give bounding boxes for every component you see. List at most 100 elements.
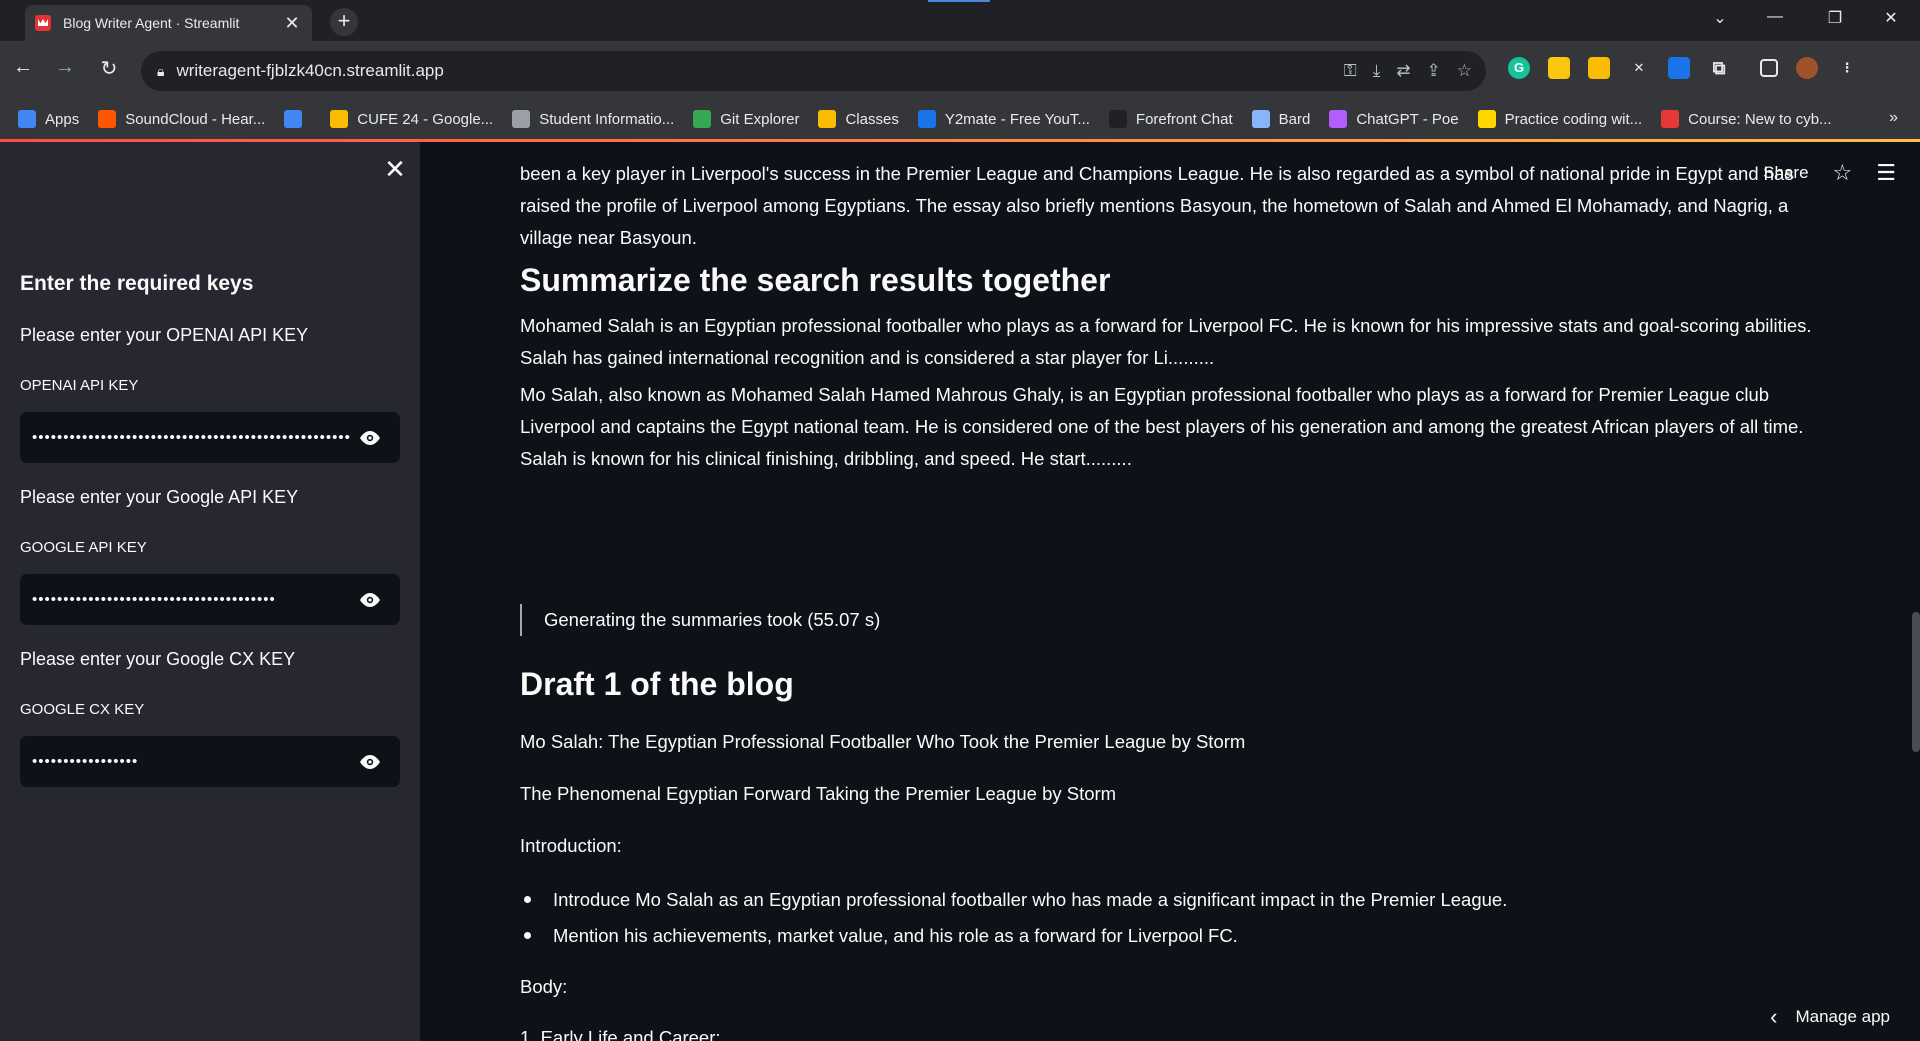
browser-toolbar: ← → ↻ 🔒︎ writeragent-fjblzk40cn.streamli… (0, 41, 1920, 99)
bookmark-label: Classes (845, 110, 899, 128)
bookmark-item[interactable]: Practice coding wit... (1477, 110, 1643, 128)
bookmark-star-icon[interactable]: ☆ (1457, 61, 1472, 81)
back-arrow-icon[interactable]: ← (10, 56, 36, 79)
bookmark-favicon-icon (1251, 110, 1270, 128)
bookmarks-overflow-icon[interactable]: » (1889, 109, 1898, 127)
window-close-icon[interactable]: ✕ (1876, 8, 1906, 28)
bookmark-item[interactable]: Forefront Chat (1108, 110, 1233, 128)
bookmark-item[interactable]: Student Informatio... (512, 110, 674, 128)
bookmark-item[interactable] (284, 110, 311, 128)
grammarly-extension-icon[interactable]: G (1508, 57, 1530, 79)
sticky-extension-icon[interactable] (1588, 57, 1610, 79)
bookmark-item[interactable]: ChatGPT - Poe (1329, 110, 1459, 128)
bookmark-favicon-icon (818, 110, 837, 128)
bookmark-item[interactable]: SoundCloud - Hear... (98, 110, 265, 128)
main-content: Share ☆ ☰ been a key player in Liverpool… (420, 142, 1920, 1041)
lock-icon: 🔒︎ (157, 62, 165, 79)
bookmark-favicon-icon (330, 110, 349, 128)
bookmark-favicon-icon (512, 110, 531, 128)
bookmark-label: Git Explorer (720, 110, 800, 128)
tab-search-indicator (928, 0, 990, 2)
list-item: Introduce Mo Salah as an Egyptian profes… (520, 885, 1507, 915)
bookmark-item[interactable]: Bard (1251, 110, 1311, 128)
introduction-label: Introduction: (520, 835, 622, 856)
google-prompt-text: Please enter your Google API KEY (20, 487, 299, 507)
manage-app-button[interactable]: ‹ Manage app (1770, 1004, 1890, 1030)
google-field-label: GOOGLE API KEY (20, 539, 147, 556)
show-password-eye-icon[interactable] (350, 585, 390, 615)
badge-extension-icon[interactable] (1668, 57, 1690, 79)
x-extension-icon[interactable]: ✕ (1628, 57, 1650, 79)
favorite-star-icon[interactable]: ☆ (1833, 160, 1853, 186)
share-page-icon[interactable]: ⇪ (1427, 61, 1441, 81)
browser-tab-bar: Blog Writer Agent · Streamlit ✕ + ⌄ — ❐ … (0, 0, 1920, 41)
bookmark-label: Bard (1278, 110, 1311, 128)
install-icon[interactable]: ⤓ (1373, 61, 1381, 81)
bookmarks-bar: Apps SoundCloud - Hear... CUFE 24 - Google… (0, 99, 1920, 139)
sidebar-heading: Enter the required keys (20, 272, 254, 295)
bookmark-item[interactable]: Classes (818, 110, 899, 128)
notes-extension-icon[interactable] (1548, 57, 1570, 79)
minimize-icon[interactable]: — (1760, 8, 1790, 26)
summary-heading: Summarize the search results together (520, 262, 1111, 298)
bookmark-favicon-icon (917, 110, 936, 128)
tab-search-chevron-icon[interactable]: ⌄ (1705, 8, 1735, 28)
bookmark-favicon-icon (1661, 110, 1680, 128)
app-menu-icon[interactable]: ☰ (1876, 160, 1896, 186)
bookmark-label: Student Informatio... (539, 110, 675, 128)
cx-prompt-text: Please enter your Google CX KEY (20, 649, 296, 669)
manage-app-label: Manage app (1795, 1007, 1890, 1026)
google-key-value[interactable]: ••••••••••••••••••••••••••••••••••••••• (32, 591, 350, 608)
numbered-list-item: 1. Early Life and Career: (520, 1027, 721, 1041)
bookmark-favicon-icon (1329, 110, 1348, 128)
bookmark-favicon-icon (693, 110, 712, 128)
url-text[interactable]: writeragent-fjblzk40cn.streamlit.app (176, 61, 443, 81)
timing-blockquote: Generating the summaries took (55.07 s) (520, 604, 880, 636)
bookmark-item[interactable]: CUFE 24 - Google... (330, 110, 493, 128)
forward-arrow-icon[interactable]: → (52, 56, 78, 79)
browser-tab[interactable]: Blog Writer Agent · Streamlit ✕ (25, 5, 312, 41)
bookmark-favicon-icon (18, 110, 36, 128)
bookmark-item[interactable]: Git Explorer (693, 110, 799, 128)
cx-field-label: GOOGLE CX KEY (20, 701, 145, 718)
chevron-left-icon: ‹ (1770, 1004, 1778, 1029)
sidebar-close-icon[interactable]: ✕ (380, 154, 410, 185)
bookmark-label: SoundCloud - Hear... (125, 110, 266, 128)
streamlit-favicon-icon (35, 15, 51, 31)
bookmark-label: Y2mate - Free YouT... (944, 110, 1090, 128)
translate-icon[interactable]: ⇄ (1396, 61, 1410, 81)
intro-paragraph: been a key player in Liverpool's success… (520, 163, 1794, 248)
google-key-field[interactable]: ••••••••••••••••••••••••••••••••••••••• (20, 574, 400, 625)
bookmark-label: ChatGPT - Poe (1356, 110, 1459, 128)
bookmark-label: Practice coding wit... (1504, 110, 1643, 128)
openai-key-field[interactable]: ••••••••••••••••••••••••••••••••••••••••… (20, 412, 400, 463)
summary-paragraph-1: Mohamed Salah is an Egyptian professiona… (520, 315, 1812, 368)
browser-menu-icon[interactable]: ⋮ (1836, 57, 1858, 79)
side-panel-icon[interactable] (1760, 59, 1778, 77)
scrollbar[interactable] (1912, 612, 1920, 752)
bookmark-item[interactable]: Apps (18, 110, 79, 128)
body-label: Body: (520, 976, 568, 997)
bookmark-favicon-icon (1108, 110, 1127, 128)
bookmark-item[interactable]: Y2mate - Free YouT... (917, 110, 1090, 128)
summary-paragraph-2: Mo Salah, also known as Mohamed Salah Ha… (520, 384, 1804, 469)
tab-close-icon[interactable]: ✕ (282, 13, 302, 34)
show-password-eye-icon[interactable] (350, 747, 390, 777)
profile-avatar[interactable] (1796, 57, 1818, 79)
cx-key-field[interactable]: ••••••••••••••••• (20, 736, 400, 787)
extensions-puzzle-icon[interactable]: ⧉ (1708, 57, 1730, 79)
bookmark-item[interactable]: Course: New to cyb... (1661, 110, 1832, 128)
openai-field-label: OPENAI API KEY (20, 377, 139, 394)
new-tab-button[interactable]: + (330, 8, 358, 36)
key-icon[interactable]: ⚿ (1344, 61, 1357, 81)
bookmark-label: CUFE 24 - Google... (357, 110, 494, 128)
restore-icon[interactable]: ❐ (1820, 8, 1850, 28)
draft-subtitle: The Phenomenal Egyptian Forward Taking t… (520, 783, 1117, 804)
cx-key-value[interactable]: ••••••••••••••••• (32, 753, 350, 770)
show-password-eye-icon[interactable] (350, 423, 390, 453)
bookmark-favicon-icon (1477, 110, 1496, 128)
sidebar: ✕ Enter the required keys Please enter y… (0, 142, 420, 1041)
address-bar[interactable]: 🔒︎ writeragent-fjblzk40cn.streamlit.app … (141, 51, 1486, 91)
openai-key-value[interactable]: ••••••••••••••••••••••••••••••••••••••••… (32, 429, 350, 446)
reload-icon[interactable]: ↻ (96, 56, 122, 81)
